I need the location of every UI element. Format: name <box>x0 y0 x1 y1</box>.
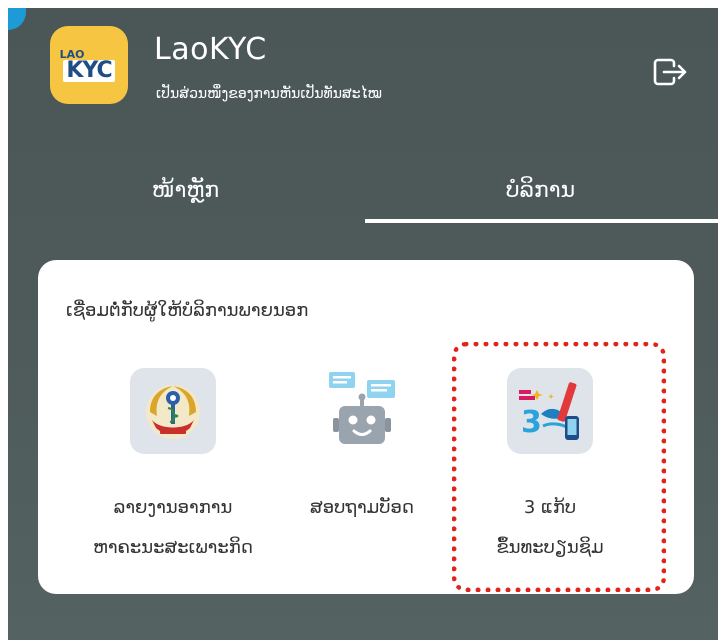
highlight-annotation <box>452 342 666 592</box>
ministry-emblem-icon <box>130 368 216 454</box>
app-header: LAO KYC LaoKYC ເປັນສ່ວນໜຶ່ງຂອງການຫັນເປັນ… <box>8 8 718 148</box>
logout-icon <box>653 58 687 86</box>
active-tab-indicator <box>365 219 718 223</box>
service-label: ສອບຖາມບັອດ <box>272 488 452 528</box>
app-title: LaoKYC <box>154 32 267 67</box>
service-chatbot[interactable]: ສອບຖາມບັອດ <box>272 368 452 528</box>
app-screen: LAO KYC LaoKYC ເປັນສ່ວນໜຶ່ງຂອງການຫັນເປັນ… <box>8 8 718 640</box>
tab-home[interactable]: ໜ້າຫຼັກ <box>8 148 363 232</box>
service-report-symptoms[interactable]: ລາຍງານອາການ ຫາຄະນະສະເພາະກິດ <box>83 368 263 568</box>
service-label-line2: ຫາຄະນະສະເພາະກິດ <box>93 537 253 558</box>
app-subtitle: ເປັນສ່ວນໜຶ່ງຂອງການຫັນເປັນທັນສະໄໝ <box>156 86 382 102</box>
service-label-line1: ສອບຖາມບັອດ <box>310 497 414 518</box>
chatbot-icon <box>319 368 405 454</box>
service-label-line1: ລາຍງານອາການ <box>113 497 233 518</box>
service-label: ລາຍງານອາການ ຫາຄະນະສະເພາະກິດ <box>83 488 263 568</box>
logout-button[interactable] <box>649 52 689 92</box>
logo-kyc-text: KYC <box>63 59 115 82</box>
card-heading: ເຊື່ອມຕໍ່ກັບຜູ້ໃຫ້ບໍລິການພາຍນອກ <box>66 300 309 321</box>
app-logo: LAO KYC <box>50 26 128 104</box>
